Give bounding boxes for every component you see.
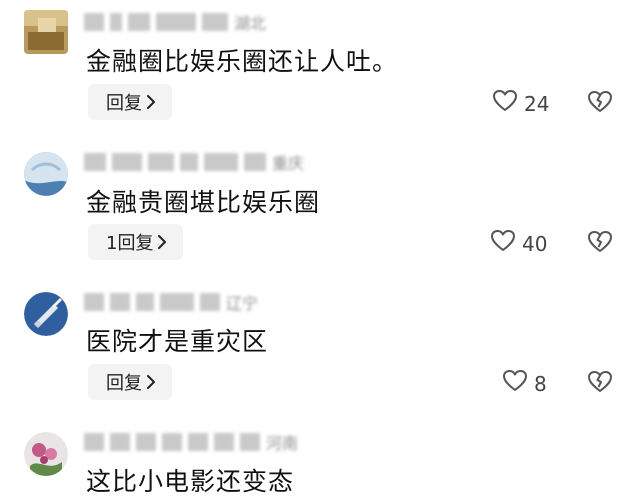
like-count: 24 [524,91,550,116]
chevron-right-icon [146,375,156,389]
comment-location: 重庆 [272,154,305,173]
comment-text: 医院才是重灾区 [86,327,269,356]
reply-button[interactable]: 回复 [88,84,172,120]
comment-meta: 河南 [84,432,299,453]
like-count: 8 [534,371,547,396]
heart-outline-icon [490,229,516,258]
avatar[interactable] [24,432,68,476]
chevron-right-icon [146,95,156,109]
comment-text: 这比小电影还变态 [86,467,295,496]
reply-label: 回复 [106,373,142,394]
reply-label: 回复 [106,93,142,114]
like-count: 40 [522,231,548,256]
comment-text: 金融贵圈堪比娱乐圈 [86,188,321,217]
comment-meta: 湖北 [84,12,267,33]
reply-button[interactable]: 1回复 [88,224,184,260]
comment-meta: 重庆 [84,152,305,173]
heart-outline-icon [502,369,528,398]
broken-heart-icon[interactable] [587,230,613,256]
avatar[interactable] [24,10,68,54]
avatar[interactable] [24,152,68,196]
reply-button[interactable]: 回复 [88,364,172,400]
comment-list: 湖北 金融圈比娱乐圈还让人吐。 回复 24 重庆 金融贵圈堪比娱乐圈 1回复 4… [0,0,636,500]
avatar[interactable] [24,292,68,336]
comment-text: 金融圈比娱乐圈还让人吐。 [86,47,399,76]
like-button[interactable]: 8 [502,369,547,398]
like-button[interactable]: 40 [490,229,547,258]
comment-meta: 辽宁 [84,292,259,313]
comment-location: 湖北 [234,14,267,33]
chevron-right-icon [157,235,167,249]
reply-label: 1回复 [106,233,154,254]
comment-location: 河南 [266,434,299,453]
broken-heart-icon[interactable] [587,90,613,116]
comment-location: 辽宁 [226,294,259,313]
like-button[interactable]: 24 [492,89,549,118]
heart-outline-icon [492,89,518,118]
broken-heart-icon[interactable] [587,370,613,396]
